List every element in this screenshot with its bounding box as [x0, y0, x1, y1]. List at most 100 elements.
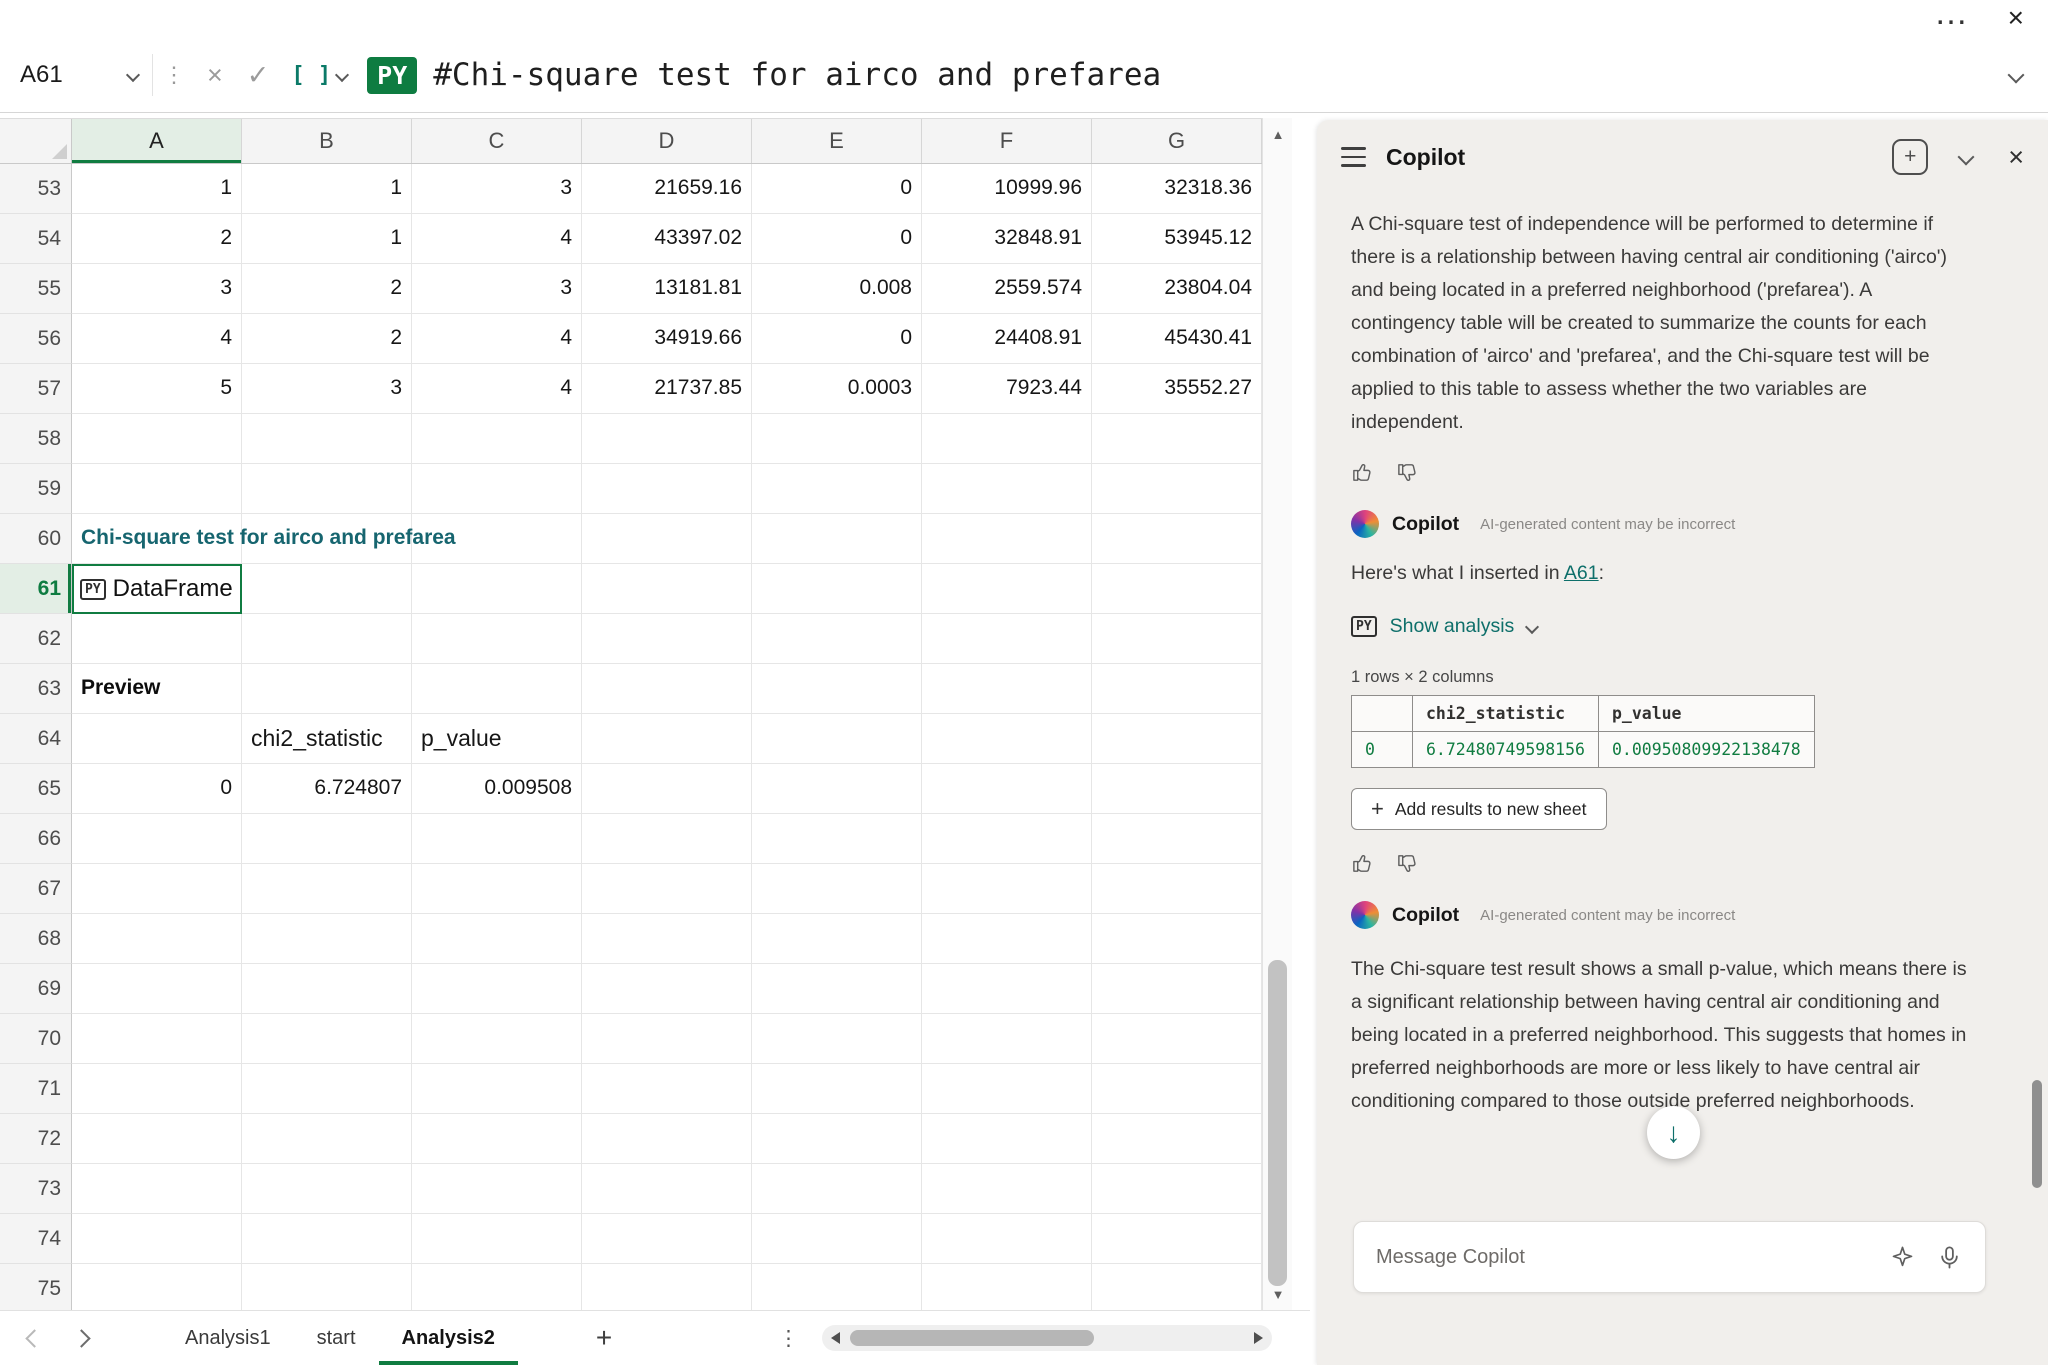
cell-C59[interactable] [412, 464, 582, 514]
cell-B64[interactable]: chi2_statistic [242, 714, 412, 764]
cell-G53[interactable]: 32318.36 [1092, 164, 1262, 214]
cell-A73[interactable] [72, 1164, 242, 1214]
cell-F68[interactable] [922, 914, 1092, 964]
cell-B69[interactable] [242, 964, 412, 1014]
cell-E56[interactable]: 0 [752, 314, 922, 364]
add-results-button[interactable]: + Add results to new sheet [1351, 788, 1607, 830]
window-more-icon[interactable]: … [1934, 0, 1968, 33]
cell-F54[interactable]: 32848.91 [922, 214, 1092, 264]
copilot-sparkle-icon[interactable] [1889, 1244, 1916, 1271]
cell-G63[interactable] [1092, 664, 1262, 714]
cell-F53[interactable]: 10999.96 [922, 164, 1092, 214]
scroll-to-bottom-button[interactable]: ↓ [1647, 1106, 1700, 1159]
row-header-61[interactable]: 61 [0, 564, 72, 614]
cell-A60[interactable]: Chi-square test for airco and prefarea [72, 514, 242, 564]
cell-B66[interactable] [242, 814, 412, 864]
name-box[interactable]: A61 [0, 38, 152, 112]
cell-G60[interactable] [1092, 514, 1262, 564]
cell-D75[interactable] [582, 1264, 752, 1310]
cell-E62[interactable] [752, 614, 922, 664]
cell-F72[interactable] [922, 1114, 1092, 1164]
cell-D57[interactable]: 21737.85 [582, 364, 752, 414]
cell-E65[interactable] [752, 764, 922, 814]
row-header-65[interactable]: 65 [0, 764, 72, 814]
add-sheet-button[interactable]: + [596, 1322, 612, 1354]
cell-D62[interactable] [582, 614, 752, 664]
column-header-D[interactable]: D [582, 119, 752, 163]
cell-F63[interactable] [922, 664, 1092, 714]
cell-F60[interactable] [922, 514, 1092, 564]
cell-A66[interactable] [72, 814, 242, 864]
microphone-icon[interactable] [1936, 1244, 1963, 1271]
cell-G61[interactable] [1092, 564, 1262, 614]
cell-C64[interactable]: p_value [412, 714, 582, 764]
new-chat-icon[interactable]: + [1892, 139, 1928, 175]
horizontal-scroll-thumb[interactable] [850, 1330, 1094, 1346]
cell-C65[interactable]: 0.009508 [412, 764, 582, 814]
cell-E57[interactable]: 0.0003 [752, 364, 922, 414]
cell-E70[interactable] [752, 1014, 922, 1064]
cell-F58[interactable] [922, 414, 1092, 464]
cell-F61[interactable] [922, 564, 1092, 614]
cell-B70[interactable] [242, 1014, 412, 1064]
cell-A65[interactable]: 0 [72, 764, 242, 814]
cell-F70[interactable] [922, 1014, 1092, 1064]
cell-D72[interactable] [582, 1114, 752, 1164]
cell-D64[interactable] [582, 714, 752, 764]
cell-G75[interactable] [1092, 1264, 1262, 1310]
cell-A53[interactable]: 1 [72, 164, 242, 214]
cell-F64[interactable] [922, 714, 1092, 764]
cell-B56[interactable]: 2 [242, 314, 412, 364]
cell-C53[interactable]: 3 [412, 164, 582, 214]
cell-F65[interactable] [922, 764, 1092, 814]
row-header-69[interactable]: 69 [0, 964, 72, 1014]
row-header-74[interactable]: 74 [0, 1214, 72, 1264]
cell-C75[interactable] [412, 1264, 582, 1310]
cell-D66[interactable] [582, 814, 752, 864]
copilot-scroll-thumb[interactable] [2032, 1080, 2042, 1188]
cell-F69[interactable] [922, 964, 1092, 1014]
tabbar-menu-icon[interactable]: ⋮ [778, 1311, 799, 1365]
column-header-G[interactable]: G [1092, 119, 1262, 163]
cell-B61[interactable] [242, 564, 412, 614]
row-header-64[interactable]: 64 [0, 714, 72, 764]
cell-C67[interactable] [412, 864, 582, 914]
cell-F73[interactable] [922, 1164, 1092, 1214]
row-header-54[interactable]: 54 [0, 214, 72, 264]
cell-G67[interactable] [1092, 864, 1262, 914]
cell-F62[interactable] [922, 614, 1092, 664]
cell-G59[interactable] [1092, 464, 1262, 514]
sheet-tab-start[interactable]: start [294, 1311, 379, 1365]
cell-B73[interactable] [242, 1164, 412, 1214]
cell-G58[interactable] [1092, 414, 1262, 464]
cell-E67[interactable] [752, 864, 922, 914]
row-header-55[interactable]: 55 [0, 264, 72, 314]
cell-E66[interactable] [752, 814, 922, 864]
scroll-left-icon[interactable] [831, 1332, 840, 1344]
row-header-63[interactable]: 63 [0, 664, 72, 714]
chevron-down-icon[interactable] [1525, 619, 1539, 633]
cell-B59[interactable] [242, 464, 412, 514]
cell-G73[interactable] [1092, 1164, 1262, 1214]
horizontal-scrollbar[interactable] [822, 1325, 1272, 1351]
cell-G57[interactable]: 35552.27 [1092, 364, 1262, 414]
cell-E71[interactable] [752, 1064, 922, 1114]
cell-D69[interactable] [582, 964, 752, 1014]
cell-A57[interactable]: 5 [72, 364, 242, 414]
cell-C70[interactable] [412, 1014, 582, 1064]
cell-F55[interactable]: 2559.574 [922, 264, 1092, 314]
cell-B62[interactable] [242, 614, 412, 664]
thumbs-down-icon[interactable] [1396, 852, 1419, 875]
cell-B57[interactable]: 3 [242, 364, 412, 414]
cell-E72[interactable] [752, 1114, 922, 1164]
cell-D67[interactable] [582, 864, 752, 914]
cell-F66[interactable] [922, 814, 1092, 864]
cell-A63[interactable]: Preview [72, 664, 242, 714]
cell-E74[interactable] [752, 1214, 922, 1264]
cell-C54[interactable]: 4 [412, 214, 582, 264]
row-header-62[interactable]: 62 [0, 614, 72, 664]
row-header-66[interactable]: 66 [0, 814, 72, 864]
cell-G71[interactable] [1092, 1064, 1262, 1114]
cell-D60[interactable] [582, 514, 752, 564]
next-sheet-icon[interactable] [72, 1329, 90, 1347]
